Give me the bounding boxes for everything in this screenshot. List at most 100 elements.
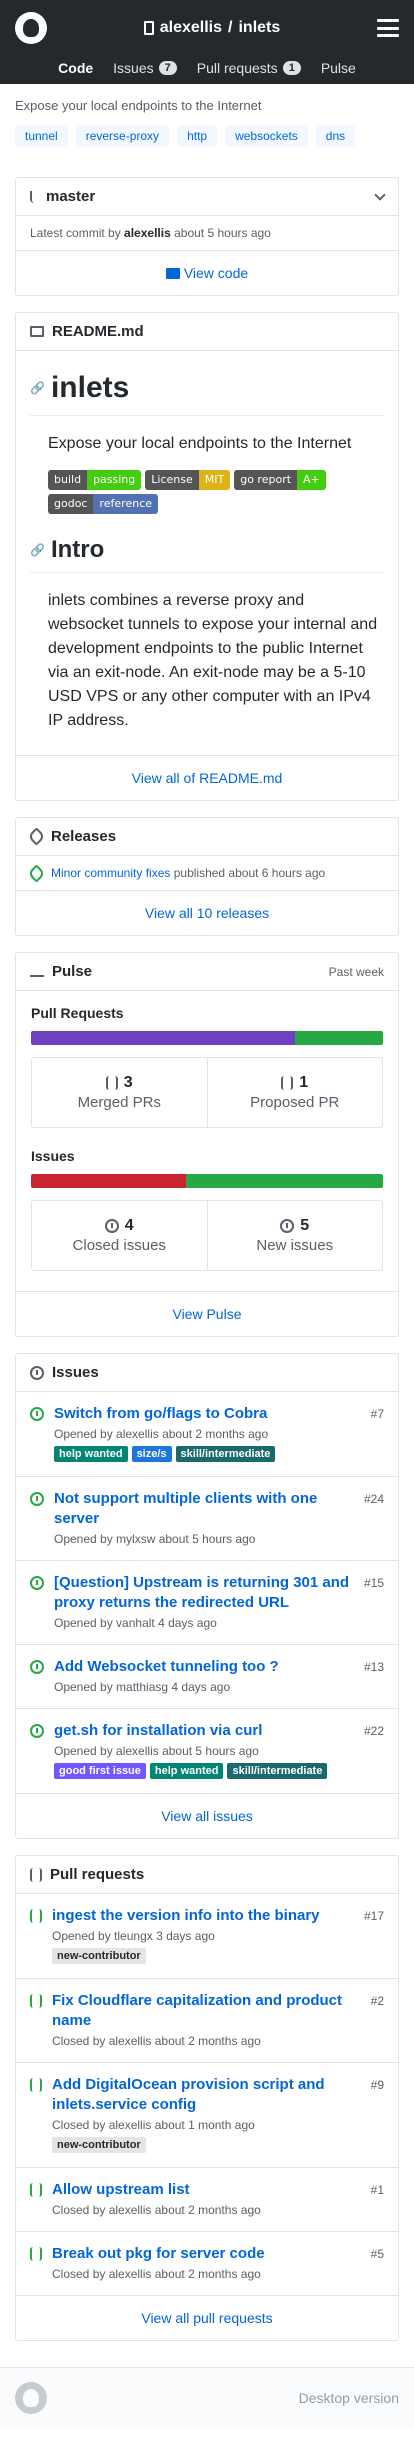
label-badge[interactable]: skill/intermediate — [175, 1446, 276, 1462]
closed-issues-stat[interactable]: 4 Closed issues — [32, 1201, 207, 1270]
issue-opened-icon — [30, 1407, 44, 1421]
label-badge[interactable]: new-contributor — [52, 2137, 146, 2153]
item-meta: Closed by alexellis about 2 months ago — [52, 2203, 261, 2217]
repo-link[interactable]: inlets — [238, 19, 280, 37]
hamburger-menu-icon[interactable] — [377, 19, 399, 37]
item-meta: Opened by alexellis about 5 hours ago — [54, 1744, 259, 1758]
readme-intro: inlets combines a reverse proxy and webs… — [48, 592, 378, 729]
tag-icon — [27, 863, 46, 883]
view-pulse-link[interactable]: View Pulse — [16, 1291, 398, 1336]
releases-box: Releases Minor community fixes published… — [15, 817, 399, 936]
topic-tag[interactable]: dns — [315, 125, 356, 147]
issue-row[interactable]: get.sh for installation via curl Opened b… — [16, 1709, 398, 1794]
issue-title[interactable]: [Question] Upstream is returning 301 and… — [54, 1574, 349, 1611]
pulse-pr-title: Pull Requests — [31, 1005, 124, 1021]
topic-tag[interactable]: reverse-proxy — [75, 125, 170, 147]
owner-link[interactable]: alexellis — [160, 19, 222, 37]
issue-opened-icon — [30, 1724, 44, 1738]
view-all-issues-link[interactable]: View all issues — [16, 1794, 398, 1838]
topic-list: tunnel reverse-proxy http websockets dns — [0, 119, 414, 161]
view-all-pulls-link[interactable]: View all pull requests — [16, 2296, 398, 2340]
issue-row[interactable]: [Question] Upstream is returning 301 and… — [16, 1561, 398, 1645]
pull-request-title[interactable]: ingest the version info into the binary — [52, 1907, 320, 1924]
issue-row[interactable]: Switch from go/flags to Cobra Opened by a… — [16, 1392, 398, 1477]
git-pull-request-icon — [30, 2247, 42, 2261]
issue-stats: 4 Closed issues 5 New issues — [31, 1200, 383, 1271]
view-releases-link[interactable]: View all 10 releases — [16, 891, 398, 935]
issue-title[interactable]: Not support multiple clients with one se… — [54, 1490, 317, 1527]
merged-prs-stat[interactable]: 3 Merged PRs — [32, 1058, 207, 1127]
item-number: #7 — [370, 1407, 384, 1421]
label-badge[interactable]: skill/intermediate — [227, 1763, 328, 1779]
anchor-link-icon[interactable]: 🔗 — [30, 381, 45, 395]
tab-code[interactable]: Code — [58, 60, 93, 76]
view-readme-link[interactable]: View all of README.md — [16, 755, 398, 800]
issue-row[interactable]: Add Websocket tunneling too ? Opened by m… — [16, 1645, 398, 1709]
tab-pulse[interactable]: Pulse — [321, 60, 356, 76]
topic-tag[interactable]: http — [177, 125, 218, 147]
issues-counter: 7 — [158, 61, 177, 75]
code-icon — [165, 268, 180, 279]
anchor-link-icon[interactable]: 🔗 — [30, 543, 45, 557]
item-number: #9 — [370, 2078, 384, 2092]
item-number: #24 — [363, 1492, 384, 1506]
pull-request-row[interactable]: Allow upstream list Closed by alexellis a… — [16, 2168, 398, 2232]
issue-closed-icon — [104, 1219, 119, 1233]
issue-list: Switch from go/flags to Cobra Opened by a… — [16, 1392, 398, 1794]
readme-badge[interactable]: go report A+ — [234, 470, 326, 490]
topic-tag[interactable]: websockets — [225, 125, 308, 147]
issue-opened-icon — [30, 1365, 44, 1380]
pull-request-row[interactable]: Fix Cloudflare capitalization and produc… — [16, 1979, 398, 2063]
badge-list: build passing License MIT go report A+ godoc re… — [48, 470, 384, 514]
branch-selector[interactable]: master — [16, 178, 398, 216]
issue-title[interactable]: Switch from go/flags to Cobra — [54, 1405, 267, 1422]
issue-title[interactable]: get.sh for installation via curl — [54, 1722, 262, 1739]
pull-request-row[interactable]: Break out pkg for server code Closed by a… — [16, 2232, 398, 2296]
item-number: #1 — [370, 2183, 384, 2197]
tab-issues[interactable]: Issues 7 — [113, 60, 177, 76]
label-badge[interactable]: help wanted — [149, 1763, 224, 1779]
issue-row[interactable]: Not support multiple clients with one se… — [16, 1477, 398, 1561]
pull-request-row[interactable]: Add DigitalOcean provision script and in… — [16, 2063, 398, 2168]
readme-badge[interactable]: build passing — [48, 470, 142, 490]
label-badge[interactable]: new-contributor — [52, 1948, 146, 1964]
pull-request-title[interactable]: Add DigitalOcean provision script and in… — [52, 2076, 325, 2113]
new-issues-stat[interactable]: 5 New issues — [206, 1201, 383, 1270]
readme-header: README.md — [16, 313, 398, 351]
pulse-icon — [30, 967, 44, 977]
pull-request-title[interactable]: Break out pkg for server code — [52, 2245, 265, 2262]
item-meta: Opened by matthiasg 4 days ago — [54, 1680, 231, 1694]
git-pull-request-icon — [30, 1994, 42, 2008]
pr-stats: 3 Merged PRs 1 Proposed PR — [31, 1057, 383, 1128]
view-code-link[interactable]: View code — [16, 251, 398, 295]
git-pull-request-icon — [30, 2183, 42, 2197]
commit-author[interactable]: alexellis — [124, 226, 171, 240]
label-badge[interactable]: good first issue — [54, 1763, 146, 1779]
app-header: alexellis / inlets — [0, 0, 414, 56]
github-logo-icon[interactable] — [15, 2381, 47, 2414]
repo-nav: Code Issues 7 Pull requests 1 Pulse — [0, 56, 414, 84]
topic-tag[interactable]: tunnel — [15, 125, 68, 147]
repo-title-separator: / — [228, 19, 233, 36]
desktop-version-link[interactable]: Desktop version — [299, 2390, 399, 2406]
readme-badge[interactable]: godoc reference — [48, 494, 159, 514]
item-meta: Closed by alexellis about 2 months ago — [52, 2267, 261, 2281]
issue-title[interactable]: Add Websocket tunneling too ? — [54, 1658, 279, 1675]
proposed-prs-stat[interactable]: 1 Proposed PR — [206, 1058, 383, 1127]
tab-pull-requests[interactable]: Pull requests 1 — [197, 60, 301, 76]
tag-icon — [27, 827, 46, 846]
readme-badge[interactable]: License MIT — [145, 470, 231, 490]
release-link[interactable]: Minor community fixes — [51, 866, 170, 880]
pull-request-title[interactable]: Fix Cloudflare capitalization and produc… — [52, 1992, 342, 2029]
pull-request-title[interactable]: Allow upstream list — [52, 2181, 190, 2198]
releases-header: Releases — [16, 818, 398, 856]
pull-request-row[interactable]: ingest the version info into the binary O… — [16, 1894, 398, 1979]
item-meta: Opened by tleungx 3 days ago — [52, 1929, 215, 1943]
issues-header: Issues — [16, 1354, 398, 1392]
issue-opened-icon — [30, 1660, 44, 1674]
label-badge[interactable]: size/s — [131, 1446, 172, 1462]
github-logo-icon[interactable] — [15, 12, 47, 44]
pr-merged-segment — [31, 1031, 295, 1045]
label-badge[interactable]: help wanted — [54, 1446, 128, 1462]
issues-progress-bar — [31, 1174, 383, 1188]
